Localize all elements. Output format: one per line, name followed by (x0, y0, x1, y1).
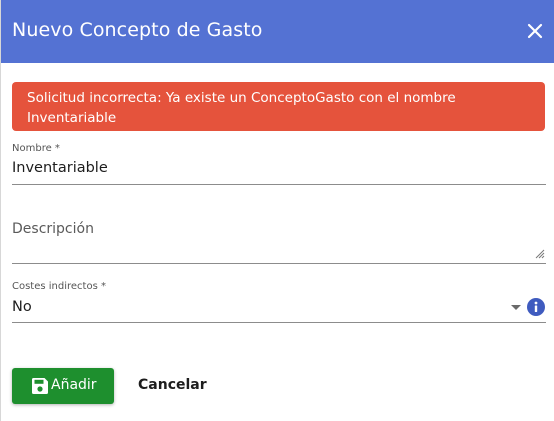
nombre-underline (12, 184, 546, 185)
dropdown-arrow-icon[interactable] (511, 305, 521, 310)
descripcion-underline (12, 263, 546, 264)
costes-label: Costes indirectos * (12, 281, 106, 292)
dialog: Nuevo Concepto de Gasto Solicitud incorr… (0, 0, 554, 421)
dialog-header: Nuevo Concepto de Gasto (1, 0, 554, 63)
close-icon[interactable] (525, 21, 545, 41)
add-button-label: Añadir (51, 377, 97, 393)
nombre-input[interactable]: Inventariable (12, 160, 108, 176)
descripcion-field[interactable]: Descripción (12, 221, 94, 237)
save-icon (32, 378, 48, 394)
costes-select[interactable]: No (12, 299, 32, 315)
costes-underline (12, 322, 546, 323)
error-alert-message: Solicitud incorrecta: Ya existe un Conce… (27, 90, 456, 126)
info-icon[interactable] (527, 298, 545, 316)
add-button[interactable]: Añadir (12, 368, 114, 404)
cancel-button[interactable]: Cancelar (127, 368, 217, 404)
nombre-label: Nombre * (12, 143, 60, 154)
error-alert: Solicitud incorrecta: Ya existe un Conce… (12, 82, 545, 131)
resize-handle-icon[interactable] (535, 249, 545, 259)
dialog-title: Nuevo Concepto de Gasto (12, 19, 263, 41)
cancel-button-label: Cancelar (138, 377, 207, 393)
